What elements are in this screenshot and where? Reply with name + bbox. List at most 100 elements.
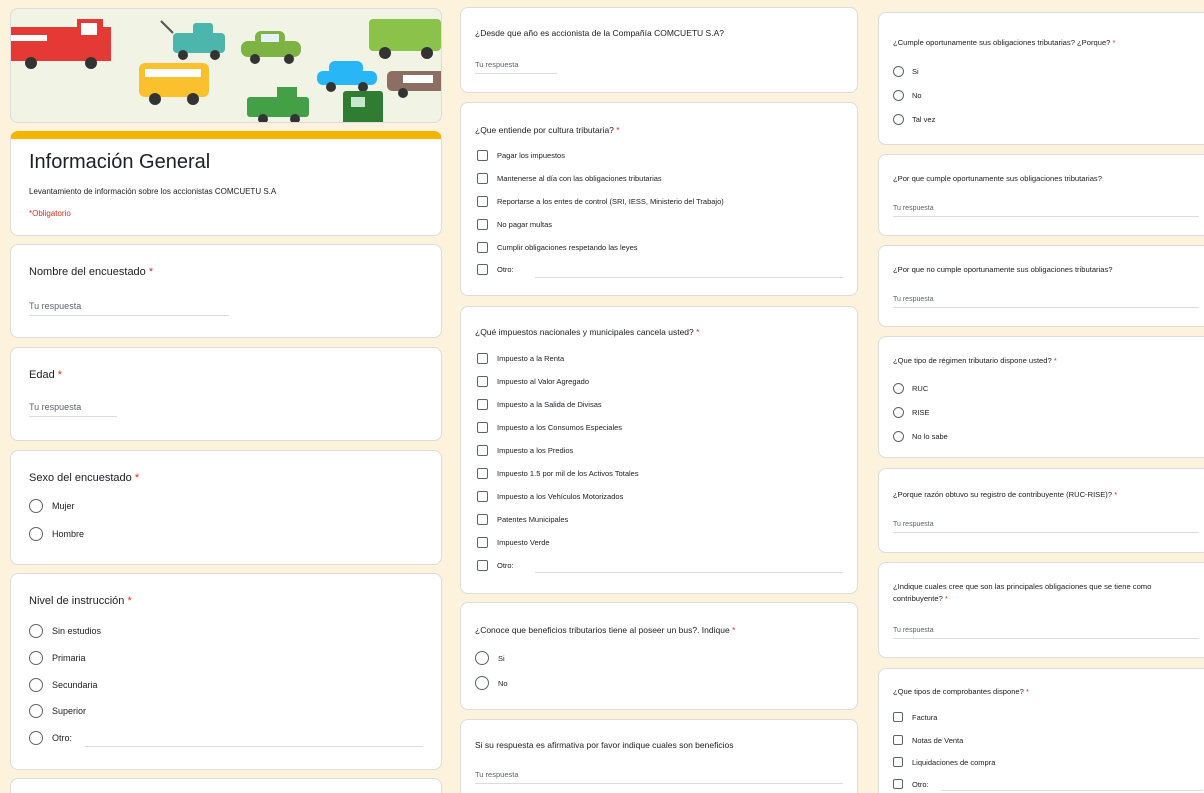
radio-circle-icon[interactable] xyxy=(29,678,43,692)
radio-circle-icon[interactable] xyxy=(29,704,43,718)
question-card-anio: ¿Desde que año es accionista de la Compa… xyxy=(460,7,858,93)
radio-circle-icon[interactable] xyxy=(893,431,904,442)
question-title: ¿Que tipos de comprobantes dispone? * xyxy=(893,687,1029,696)
checkbox-option-consumos[interactable]: Impuesto a los Consumos Especiales xyxy=(477,422,622,433)
checkbox-icon[interactable] xyxy=(893,712,903,722)
checkbox-option-divisas[interactable]: Impuesto a la Salida de Divisas xyxy=(477,399,602,410)
radio-option-no[interactable]: No xyxy=(893,90,922,101)
checkbox-option-liquidaciones[interactable]: Liquidaciones de compra xyxy=(893,757,995,767)
checkbox-icon[interactable] xyxy=(477,422,488,433)
obligaciones-input[interactable]: Tu respuesta xyxy=(893,627,1199,639)
radio-option-no[interactable]: No xyxy=(475,676,508,690)
checkbox-icon[interactable] xyxy=(477,242,488,253)
razon-input[interactable]: Tu respuesta xyxy=(893,521,1199,533)
checkbox-option-vehiculos[interactable]: Impuesto a los Vehículos Motorizados xyxy=(477,491,623,502)
checkbox-option-verde[interactable]: Impuesto Verde xyxy=(477,537,550,548)
anio-input[interactable]: Tu respuesta xyxy=(475,60,557,74)
checkbox-icon[interactable] xyxy=(477,173,488,184)
question-card-sexo: Sexo del encuestado * Mujer Hombre xyxy=(10,450,442,565)
checkbox-icon[interactable] xyxy=(477,196,488,207)
radio-circle-icon[interactable] xyxy=(475,676,489,690)
checkbox-icon[interactable] xyxy=(477,150,488,161)
checkbox-icon[interactable] xyxy=(893,779,903,789)
question-card-comprobantes: ¿Que tipos de comprobantes dispone? * Fa… xyxy=(878,668,1204,793)
radio-option-otro[interactable]: Otro: xyxy=(29,731,72,745)
checkbox-icon[interactable] xyxy=(477,353,488,364)
radio-option-mujer[interactable]: Mujer xyxy=(29,499,75,513)
radio-circle-icon[interactable] xyxy=(29,651,43,665)
radio-circle-icon[interactable] xyxy=(29,499,43,513)
checkbox-icon[interactable] xyxy=(477,445,488,456)
question-card-cultura: ¿Que entiende por cultura tributaria? * … xyxy=(460,102,858,296)
otro-text-input[interactable] xyxy=(85,746,423,747)
checkbox-icon[interactable] xyxy=(477,376,488,387)
radio-circle-icon[interactable] xyxy=(893,114,904,125)
checkbox-icon[interactable] xyxy=(477,514,488,525)
checkbox-option-notas-venta[interactable]: Notas de Venta xyxy=(893,735,963,745)
porque-cumple-input[interactable]: Tu respuesta xyxy=(893,205,1199,217)
checkbox-option-activos[interactable]: Impuesto 1.5 por mil de los Activos Tota… xyxy=(477,468,639,479)
checkbox-icon[interactable] xyxy=(477,491,488,502)
radio-circle-icon[interactable] xyxy=(893,383,904,394)
checkbox-icon[interactable] xyxy=(477,399,488,410)
radio-circle-icon[interactable] xyxy=(893,66,904,77)
checkbox-icon[interactable] xyxy=(893,757,903,767)
question-title: Si su respuesta es afirmativa por favor … xyxy=(475,740,734,750)
checkbox-option-predios[interactable]: Impuesto a los Predios xyxy=(477,445,573,456)
question-title: ¿Porque razón obtuvo su registro de cont… xyxy=(893,490,1118,499)
otro-text-input[interactable] xyxy=(941,790,1203,791)
question-card-regimen: ¿Que tipo de régimen tributario dispone … xyxy=(878,336,1204,458)
radio-option-primaria[interactable]: Primaria xyxy=(29,651,86,665)
form-header-card: Información General Levantamiento de inf… xyxy=(10,131,442,236)
question-card-beneficios: ¿Conoce que beneficios tributarios tiene… xyxy=(460,602,858,710)
radio-option-secundaria[interactable]: Secundaria xyxy=(29,678,98,692)
checkbox-option-iva[interactable]: Impuesto al Valor Agregado xyxy=(477,376,589,387)
checkbox-icon[interactable] xyxy=(477,468,488,479)
checkbox-icon[interactable] xyxy=(477,560,488,571)
nombre-input[interactable]: Tu respuesta xyxy=(29,301,229,316)
checkbox-option-renta[interactable]: Impuesto a la Renta xyxy=(477,353,564,364)
checkbox-icon[interactable] xyxy=(893,735,903,745)
checkbox-option-cumplir[interactable]: Cumplir obligaciones respetando las leye… xyxy=(477,242,638,253)
radio-option-si[interactable]: Si xyxy=(475,651,505,665)
checkbox-icon[interactable] xyxy=(477,264,488,275)
question-card-nombre: Nombre del encuestado * Tu respuesta xyxy=(10,244,442,338)
radio-option-ruc[interactable]: RUC xyxy=(893,383,928,394)
radio-circle-icon[interactable] xyxy=(475,651,489,665)
checkbox-option-patentes[interactable]: Patentes Municipales xyxy=(477,514,568,525)
question-title: ¿Que tipo de régimen tributario dispone … xyxy=(893,356,1057,365)
toy-cars-illustration xyxy=(11,19,441,122)
radio-circle-icon[interactable] xyxy=(29,624,43,638)
radio-option-hombre[interactable]: Hombre xyxy=(29,527,84,541)
radio-option-si[interactable]: Si xyxy=(893,66,919,77)
afirmativa-input[interactable]: Tu respuesta xyxy=(475,770,843,784)
radio-option-tal-vez[interactable]: Tal vez xyxy=(893,114,935,125)
radio-option-rise[interactable]: RISE xyxy=(893,407,930,418)
question-title: ¿Por que cumple oportunamente sus obliga… xyxy=(893,174,1102,183)
required-note: *Obligatorio xyxy=(29,209,71,218)
radio-circle-icon[interactable] xyxy=(893,90,904,101)
question-title: ¿Qué impuestos nacionales y municipales … xyxy=(475,327,700,337)
radio-circle-icon[interactable] xyxy=(29,731,43,745)
checkbox-option-otro[interactable]: Otro: xyxy=(893,779,929,789)
form-description: Levantamiento de información sobre los a… xyxy=(29,187,277,196)
checkbox-icon[interactable] xyxy=(477,219,488,230)
question-card-impuestos: ¿Qué impuestos nacionales y municipales … xyxy=(460,306,858,594)
checkbox-option-mantenerse[interactable]: Mantenerse al día con las obligaciones t… xyxy=(477,173,662,184)
checkbox-option-no-pagar[interactable]: No pagar multas xyxy=(477,219,552,230)
checkbox-icon[interactable] xyxy=(477,537,488,548)
edad-input[interactable]: Tu respuesta xyxy=(29,402,117,417)
checkbox-option-otro[interactable]: Otro: xyxy=(477,560,514,571)
radio-option-superior[interactable]: Superior xyxy=(29,704,86,718)
radio-circle-icon[interactable] xyxy=(29,527,43,541)
checkbox-option-pagar[interactable]: Pagar los impuestos xyxy=(477,150,565,161)
radio-circle-icon[interactable] xyxy=(893,407,904,418)
checkbox-option-otro[interactable]: Otro: xyxy=(477,264,514,275)
porque-no-input[interactable]: Tu respuesta xyxy=(893,296,1199,308)
checkbox-option-factura[interactable]: Factura xyxy=(893,712,937,722)
otro-text-input[interactable] xyxy=(535,277,843,278)
otro-text-input[interactable] xyxy=(535,572,843,573)
radio-option-sin-estudios[interactable]: Sin estudios xyxy=(29,624,101,638)
checkbox-option-reportarse[interactable]: Reportarse a los entes de control (SRI, … xyxy=(477,196,724,207)
radio-option-no-lo-sabe[interactable]: No lo sabe xyxy=(893,431,948,442)
